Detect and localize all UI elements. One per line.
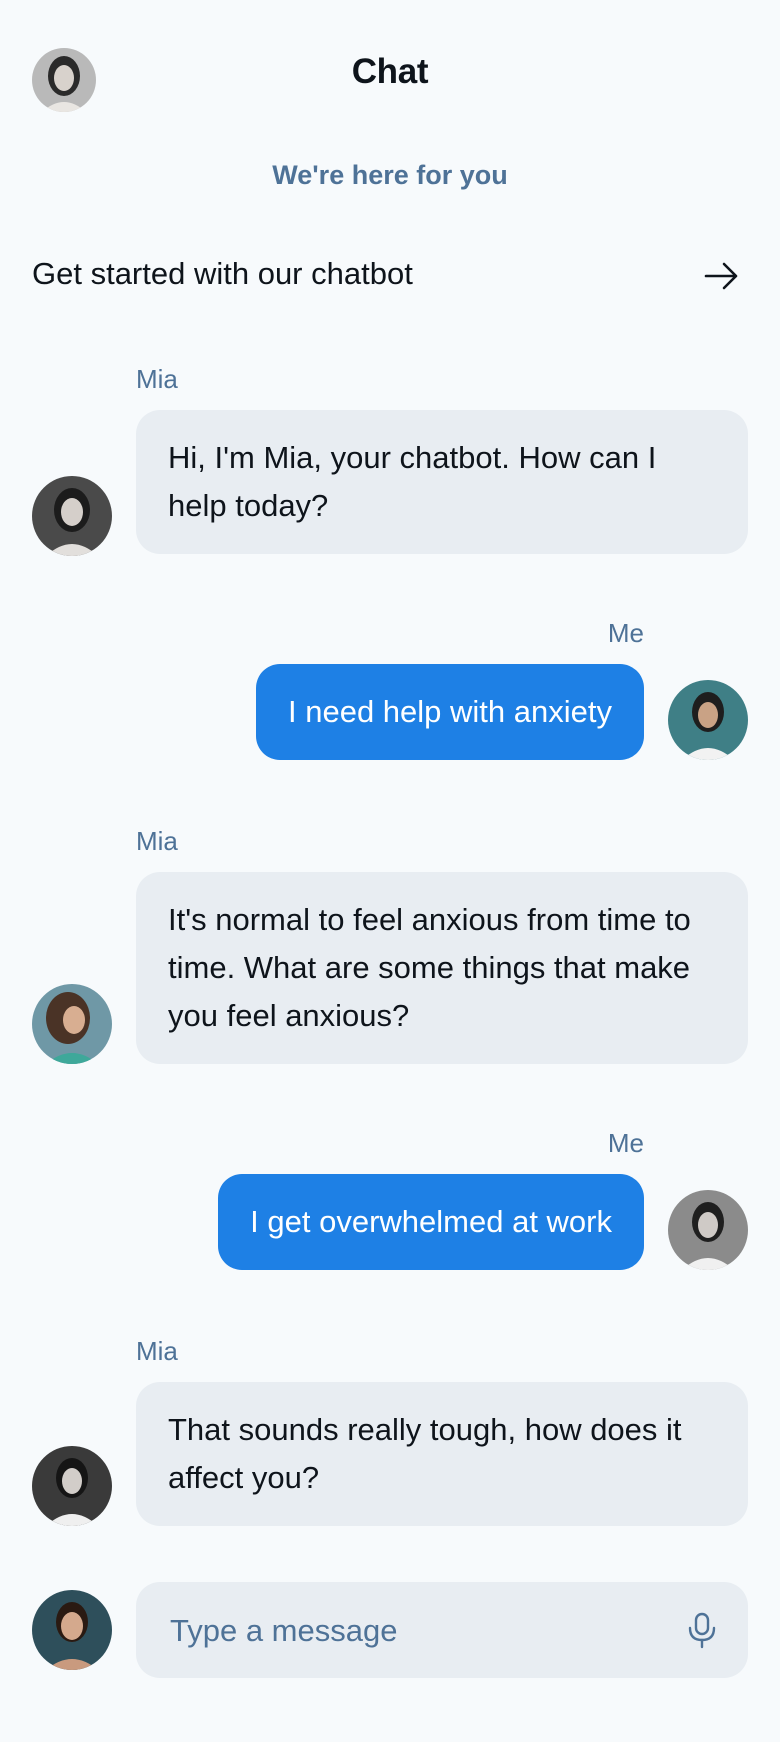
sender-name: Me [607,618,644,648]
get-started-link[interactable]: Get started with our chatbot [32,252,748,300]
message-text: That sounds really tough, how does it af… [168,1412,682,1495]
chat-bubble-bot: That sounds really tough, how does it af… [136,1382,748,1526]
message-composer [136,1582,748,1680]
message-text: Hi, I'm Mia, your chatbot. How can I hel… [168,440,657,523]
microphone-icon[interactable] [682,1610,722,1650]
chat-bubble-bot: Hi, I'm Mia, your chatbot. How can I hel… [136,410,748,554]
sender-name: Mia [136,826,178,856]
sender-name: Mia [136,1336,178,1366]
app-header: Chat [0,0,780,156]
message-text: I get overwhelmed at work [250,1204,612,1239]
message-text: I need help with anxiety [288,694,612,729]
bot-avatar [32,476,112,556]
bot-avatar [32,1446,112,1526]
support-subtitle: We're here for you [272,160,508,190]
user-avatar [668,1190,748,1270]
get-started-label: Get started with our chatbot [32,256,413,291]
bot-avatar [32,984,112,1064]
arrow-right-icon [704,262,738,290]
sender-name: Mia [136,364,178,394]
chat-bubble-me: I need help with anxiety [256,664,644,760]
composer-avatar [32,1590,112,1670]
message-text: It's normal to feel anxious from time to… [168,902,691,1033]
chat-bubble-bot: It's normal to feel anxious from time to… [136,872,748,1064]
page-title: Chat [351,52,429,91]
chat-bubble-me: I get overwhelmed at work [218,1174,644,1270]
sender-name: Me [607,1128,644,1158]
message-input[interactable] [168,1582,652,1680]
user-avatar [668,680,748,760]
